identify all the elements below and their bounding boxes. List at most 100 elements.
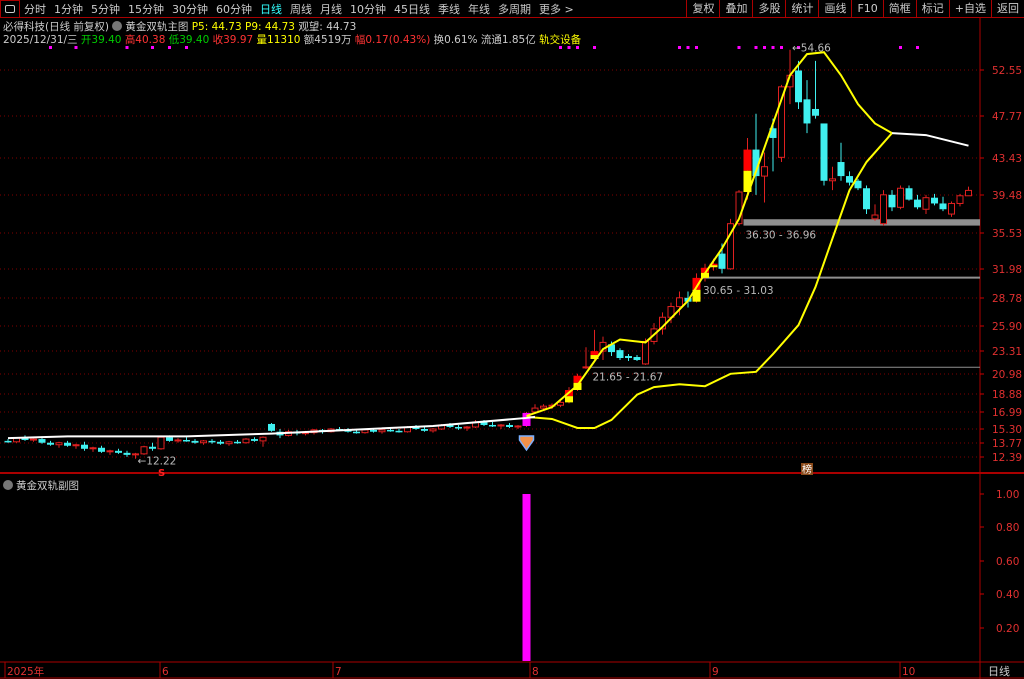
candle	[55, 441, 63, 448]
candle-body-down	[803, 99, 811, 124]
high-price-label: ←54.66	[792, 43, 831, 55]
candle	[914, 194, 921, 210]
x-tick-label: 6	[162, 666, 169, 678]
signal-dot	[567, 46, 571, 49]
candle-body-up	[242, 438, 250, 444]
candle	[880, 190, 887, 226]
candle	[242, 438, 250, 444]
candle	[743, 137, 752, 200]
y-tick-label: 28.78	[992, 293, 1022, 305]
candle-body-up	[514, 425, 522, 428]
highlight-body-red	[590, 351, 599, 356]
candle	[106, 449, 114, 455]
y-tick-label: 18.88	[992, 389, 1022, 401]
indicator-line-3	[891, 132, 969, 147]
dropdown-circle-icon[interactable]	[3, 480, 13, 490]
candle	[489, 421, 496, 427]
candle	[812, 60, 819, 119]
sub-y-tick-label: 0.60	[996, 556, 1019, 568]
price-zone-label: 21.65 - 21.67	[593, 371, 664, 383]
candle	[803, 80, 811, 134]
candle-body-down	[208, 440, 216, 443]
candle-body-down	[421, 429, 428, 431]
candle	[378, 429, 386, 434]
candle-body-up	[880, 194, 887, 225]
candle	[846, 171, 853, 186]
candle-body-up	[676, 297, 683, 308]
candle-body-down	[149, 446, 156, 449]
candle	[965, 186, 972, 197]
candle-body-down	[812, 108, 819, 116]
signal-dot	[185, 46, 188, 49]
candle-body-down	[718, 253, 726, 269]
candle-body-down	[353, 431, 360, 434]
signal-dot	[168, 46, 171, 49]
candle	[727, 218, 734, 270]
candle	[931, 193, 938, 206]
candle-body-down	[268, 423, 275, 431]
candle-body-up	[965, 189, 972, 197]
y-tick-label: 23.31	[992, 346, 1022, 358]
candle-body-down	[47, 442, 54, 445]
price-chart[interactable]: 52.55 47.77 43.43 39.48 35.53 31.98 28.78 25.90…	[0, 0, 1024, 679]
candle	[829, 166, 836, 191]
candle-body-down	[395, 430, 403, 433]
candle	[47, 440, 54, 446]
sub-chart-title[interactable]: 黄金双轨副图	[3, 478, 79, 493]
candle	[863, 185, 870, 215]
candle	[89, 446, 97, 452]
buy-signal-icon	[518, 435, 535, 452]
candle-body-up	[132, 453, 139, 456]
candle-body-up	[829, 178, 836, 182]
candle	[183, 437, 190, 442]
candle-body-up	[429, 428, 437, 432]
signal-dot	[763, 46, 766, 49]
candle-body-down	[191, 440, 199, 443]
candle-body-up	[378, 429, 386, 433]
candle-body-down	[616, 350, 624, 359]
candle-body-down	[837, 162, 845, 177]
candle-body-down	[234, 441, 241, 444]
candle-body-down	[81, 444, 88, 449]
candle	[616, 348, 624, 360]
y-tick-label: 35.53	[992, 228, 1022, 240]
candle	[234, 439, 241, 444]
candle	[905, 185, 913, 201]
candle-body-up	[361, 429, 369, 434]
signal-dot	[737, 46, 741, 49]
x-tick-label: 9	[712, 666, 719, 678]
y-tick-label: 47.77	[992, 111, 1022, 123]
candle-body-down	[64, 442, 71, 446]
candle	[820, 123, 828, 186]
candle	[463, 425, 471, 431]
candle-body-up	[642, 340, 649, 365]
candle	[506, 422, 513, 428]
candle-body-up	[106, 450, 114, 453]
candle-body-down	[183, 439, 190, 442]
signal-bar	[522, 494, 531, 661]
candle-body-down	[370, 429, 377, 432]
candle	[174, 438, 182, 443]
sub-y-tick-label: 0.80	[996, 522, 1019, 534]
y-tick-label: 20.98	[992, 369, 1022, 381]
candle	[956, 193, 964, 207]
candle	[217, 439, 224, 445]
candle	[633, 355, 641, 361]
candle-body-up	[225, 441, 233, 445]
candle-body-down	[939, 203, 947, 210]
period-label[interactable]: 日线	[988, 664, 1010, 678]
candle-body-up	[497, 424, 505, 427]
candle	[752, 113, 760, 195]
x-tick-label: 8	[532, 666, 539, 678]
candle-body-up	[956, 195, 964, 204]
candle-body-up	[140, 446, 148, 455]
signal-dot	[754, 46, 758, 49]
signal-dot	[916, 46, 919, 49]
y-tick-label: 52.55	[992, 65, 1022, 77]
candle	[200, 439, 207, 445]
candle	[98, 445, 105, 453]
candle	[157, 435, 165, 450]
candle	[208, 439, 216, 444]
candle-body-up	[200, 440, 207, 444]
y-tick-label: 43.43	[992, 153, 1022, 165]
